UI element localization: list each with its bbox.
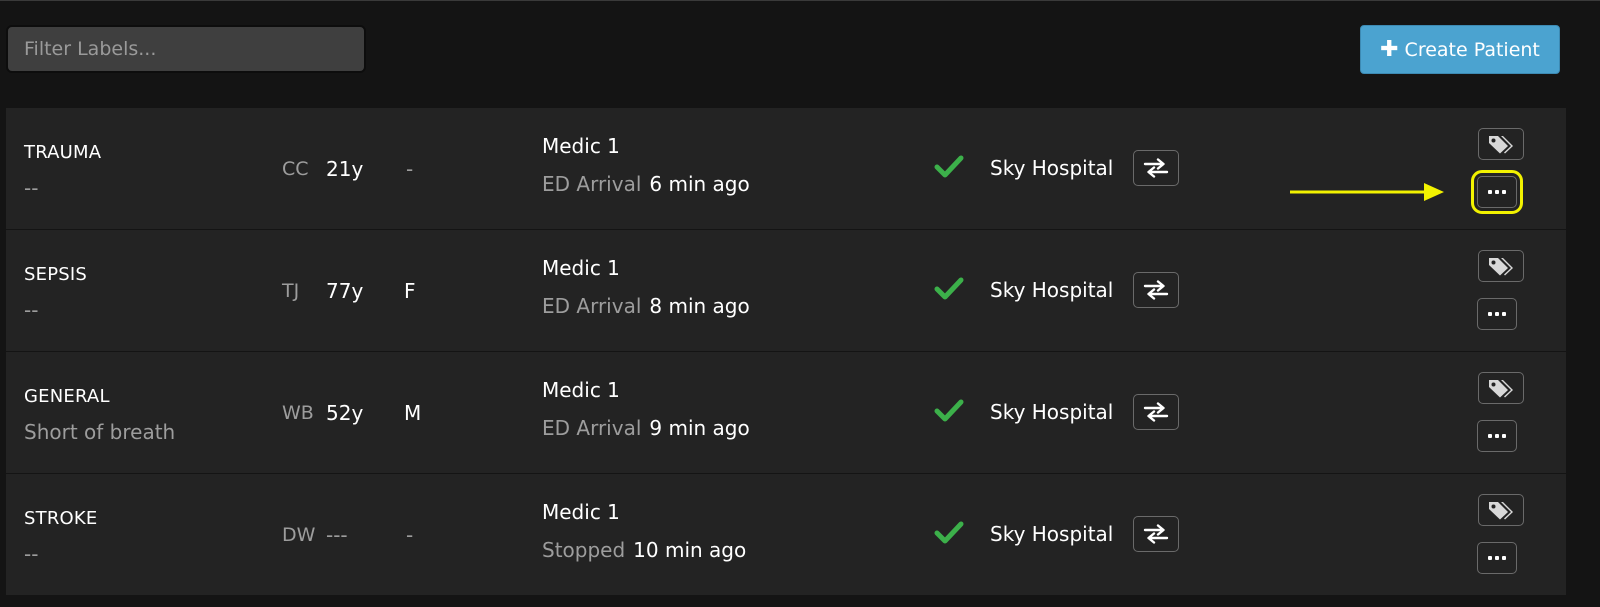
destination-hospital: Sky Hospital: [990, 400, 1114, 424]
check-icon: [934, 399, 964, 422]
patient-label: GENERAL: [24, 386, 110, 407]
create-patient-label: Create Patient: [1404, 38, 1540, 61]
transport-status: Stopped 10 min ago: [542, 538, 746, 562]
transport-status: ED Arrival 6 min ago: [542, 172, 750, 196]
patient-label: TRAUMA: [24, 142, 102, 163]
transport-status: ED Arrival 9 min ago: [542, 416, 750, 440]
tags-icon: [1489, 380, 1513, 398]
change-hospital-button[interactable]: [1133, 150, 1179, 186]
patient-row[interactable]: STROKE -- DW --- - Medic 1 Stopped 10 min…: [6, 474, 1566, 595]
status-label: ED Arrival: [542, 172, 642, 196]
swap-arrows-icon: [1143, 524, 1169, 544]
patient-age: 77y: [326, 279, 364, 303]
labels-button[interactable]: [1478, 372, 1524, 404]
change-hospital-button[interactable]: [1133, 516, 1179, 552]
tags-icon: [1489, 136, 1513, 154]
tags-icon: [1489, 502, 1513, 520]
check-icon: [934, 521, 964, 544]
patient-initials: DW: [282, 524, 316, 546]
status-time: 10 min ago: [633, 538, 747, 562]
patient-age: 52y: [326, 401, 364, 425]
patient-list-page: ✚ Create Patient TRAUMA -- CC 21y - Medi…: [0, 0, 1600, 607]
plus-icon: ✚: [1380, 36, 1399, 62]
tags-icon: [1489, 258, 1513, 276]
labels-button[interactable]: [1478, 494, 1524, 526]
patient-label: STROKE: [24, 508, 98, 529]
chief-complaint: Short of breath: [24, 420, 176, 444]
swap-arrows-icon: [1143, 158, 1169, 178]
status-label: ED Arrival: [542, 294, 642, 318]
transport-status: ED Arrival 8 min ago: [542, 294, 750, 318]
patient-age: 21y: [326, 157, 364, 181]
create-patient-button[interactable]: ✚ Create Patient: [1360, 25, 1560, 74]
check-icon: [934, 277, 964, 300]
patient-sex: -: [406, 523, 414, 547]
destination-hospital: Sky Hospital: [990, 156, 1114, 180]
more-options-button[interactable]: [1477, 298, 1517, 330]
transport-unit: Medic 1: [542, 500, 620, 524]
status-label: Stopped: [542, 538, 626, 562]
status-time: 8 min ago: [649, 294, 750, 318]
chief-complaint: --: [24, 298, 39, 322]
patient-row[interactable]: GENERAL Short of breath WB 52y M Medic 1…: [6, 352, 1566, 474]
transport-unit: Medic 1: [542, 378, 620, 402]
ellipsis-icon: [1488, 190, 1506, 194]
check-icon: [934, 155, 964, 178]
change-hospital-button[interactable]: [1133, 272, 1179, 308]
patient-initials: TJ: [282, 280, 300, 302]
more-options-button[interactable]: [1471, 170, 1523, 214]
patient-initials: WB: [282, 402, 314, 424]
patient-initials: CC: [282, 158, 309, 180]
chief-complaint: --: [24, 542, 39, 566]
status-label: ED Arrival: [542, 416, 642, 440]
patient-sex: M: [404, 401, 422, 425]
patient-row[interactable]: TRAUMA -- CC 21y - Medic 1 ED Arrival 6 m…: [6, 108, 1566, 230]
more-options-button[interactable]: [1477, 542, 1517, 574]
labels-button[interactable]: [1478, 128, 1524, 160]
change-hospital-button[interactable]: [1133, 394, 1179, 430]
transport-unit: Medic 1: [542, 134, 620, 158]
filter-labels-input[interactable]: [6, 25, 366, 73]
swap-arrows-icon: [1143, 402, 1169, 422]
destination-hospital: Sky Hospital: [990, 522, 1114, 546]
chief-complaint: --: [24, 176, 39, 200]
annotation-arrow-icon: [1290, 183, 1444, 201]
patient-sex: -: [406, 157, 414, 181]
more-options-button[interactable]: [1477, 420, 1517, 452]
ellipsis-icon: [1488, 556, 1506, 560]
status-time: 9 min ago: [649, 416, 750, 440]
patient-row[interactable]: SEPSIS -- TJ 77y F Medic 1 ED Arrival 8 m…: [6, 230, 1566, 352]
ellipsis-icon: [1488, 434, 1506, 438]
swap-arrows-icon: [1143, 280, 1169, 300]
labels-button[interactable]: [1478, 250, 1524, 282]
patient-sex: F: [404, 279, 416, 303]
ellipsis-icon: [1488, 312, 1506, 316]
patient-label: SEPSIS: [24, 264, 88, 285]
transport-unit: Medic 1: [542, 256, 620, 280]
destination-hospital: Sky Hospital: [990, 278, 1114, 302]
patient-age: ---: [326, 523, 348, 547]
status-time: 6 min ago: [649, 172, 750, 196]
